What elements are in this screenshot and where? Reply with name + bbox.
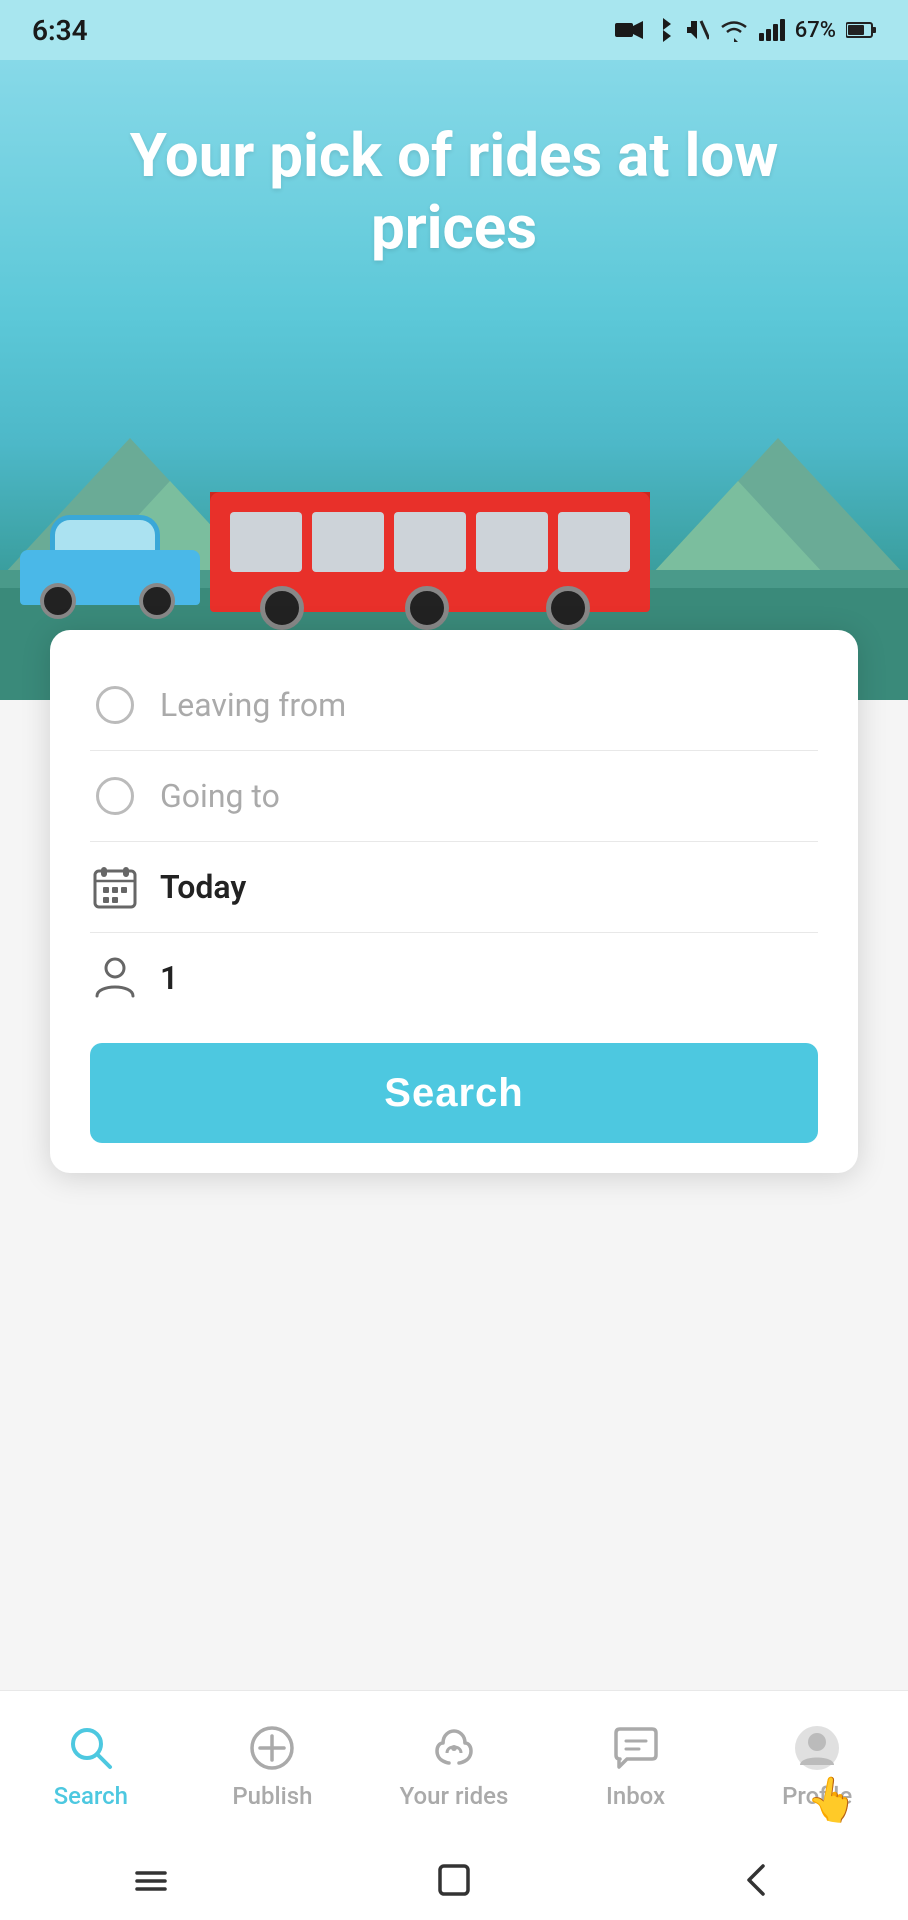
going-to-text: Going to: [160, 777, 280, 815]
car-wheel-right: [139, 583, 175, 619]
passenger-icon-wrap: [90, 953, 140, 1003]
bus-window-5: [558, 512, 630, 572]
bus-wheel-left: [260, 586, 304, 630]
search-nav-icon: [65, 1722, 117, 1774]
status-bar: 6:34 67%: [0, 0, 908, 60]
battery-text: 67%: [795, 18, 836, 43]
bottom-nav: Search Publish Your rides: [0, 1690, 908, 1840]
profile-icon: [792, 1723, 842, 1773]
bus: [210, 452, 650, 612]
nav-item-inbox[interactable]: Inbox: [545, 1712, 727, 1820]
bus-window-4: [476, 512, 548, 572]
battery-icon: [846, 21, 876, 39]
mute-icon: [683, 17, 709, 43]
hero-section: Your pick of rides at low prices: [0, 60, 908, 700]
your-rides-nav-icon: [428, 1722, 480, 1774]
search-icon: [66, 1723, 116, 1773]
nav-label-your-rides: Your rides: [400, 1782, 509, 1810]
passengers-text: 1: [160, 959, 178, 997]
status-icons: 67%: [615, 16, 876, 44]
plus-circle-icon: [247, 1723, 297, 1773]
cursor-hand: 👆: [802, 1772, 862, 1829]
home-button[interactable]: [424, 1850, 484, 1910]
nav-label-publish: Publish: [232, 1782, 312, 1810]
going-to-row[interactable]: Going to: [90, 751, 818, 842]
bus-window-1: [230, 512, 302, 572]
calendar-icon-wrap: [90, 862, 140, 912]
bus-window-2: [312, 512, 384, 572]
system-nav-bar: [0, 1840, 908, 1920]
inbox-nav-icon: [610, 1722, 662, 1774]
message-icon: [611, 1723, 661, 1773]
profile-nav-icon: [791, 1722, 843, 1774]
car-wheel-left: [40, 583, 76, 619]
signal-icon: [759, 19, 785, 41]
camera-icon: [615, 19, 643, 41]
back-button[interactable]: [727, 1850, 787, 1910]
bus-window-3: [394, 512, 466, 572]
back-icon: [743, 1862, 771, 1898]
nav-label-inbox: Inbox: [606, 1782, 665, 1810]
date-row[interactable]: Today: [90, 842, 818, 933]
rides-icon: [429, 1723, 479, 1773]
passengers-row[interactable]: 1: [90, 933, 818, 1023]
circle-dot-icon: [96, 686, 134, 724]
bus-wheel-right: [546, 586, 590, 630]
going-to-icon: [90, 771, 140, 821]
circle-dot-icon-2: [96, 777, 134, 815]
bus-windows: [230, 512, 630, 572]
car-blue: [20, 520, 200, 605]
leaving-from-icon: [90, 680, 140, 730]
publish-nav-icon: [246, 1722, 298, 1774]
hero-title: Your pick of rides at low prices: [0, 60, 908, 264]
calendar-icon: [93, 865, 137, 909]
recent-apps-icon: [133, 1865, 169, 1895]
wifi-icon: [719, 18, 749, 42]
bluetooth-icon: [653, 16, 673, 44]
home-icon: [436, 1862, 472, 1898]
leaving-from-text: Leaving from: [160, 686, 346, 724]
search-button[interactable]: Search: [90, 1043, 818, 1143]
recent-apps-button[interactable]: [121, 1850, 181, 1910]
status-time: 6:34: [32, 14, 88, 47]
search-card: Leaving from Going to Today: [50, 630, 858, 1173]
nav-label-search: Search: [54, 1782, 128, 1810]
nav-item-publish[interactable]: Publish: [182, 1712, 364, 1820]
person-icon: [93, 956, 137, 1000]
nav-item-search[interactable]: Search: [0, 1712, 182, 1820]
bus-wheel-middle: [405, 586, 449, 630]
nav-item-your-rides[interactable]: Your rides: [363, 1712, 545, 1820]
date-text: Today: [160, 868, 246, 906]
leaving-from-row[interactable]: Leaving from: [90, 660, 818, 751]
